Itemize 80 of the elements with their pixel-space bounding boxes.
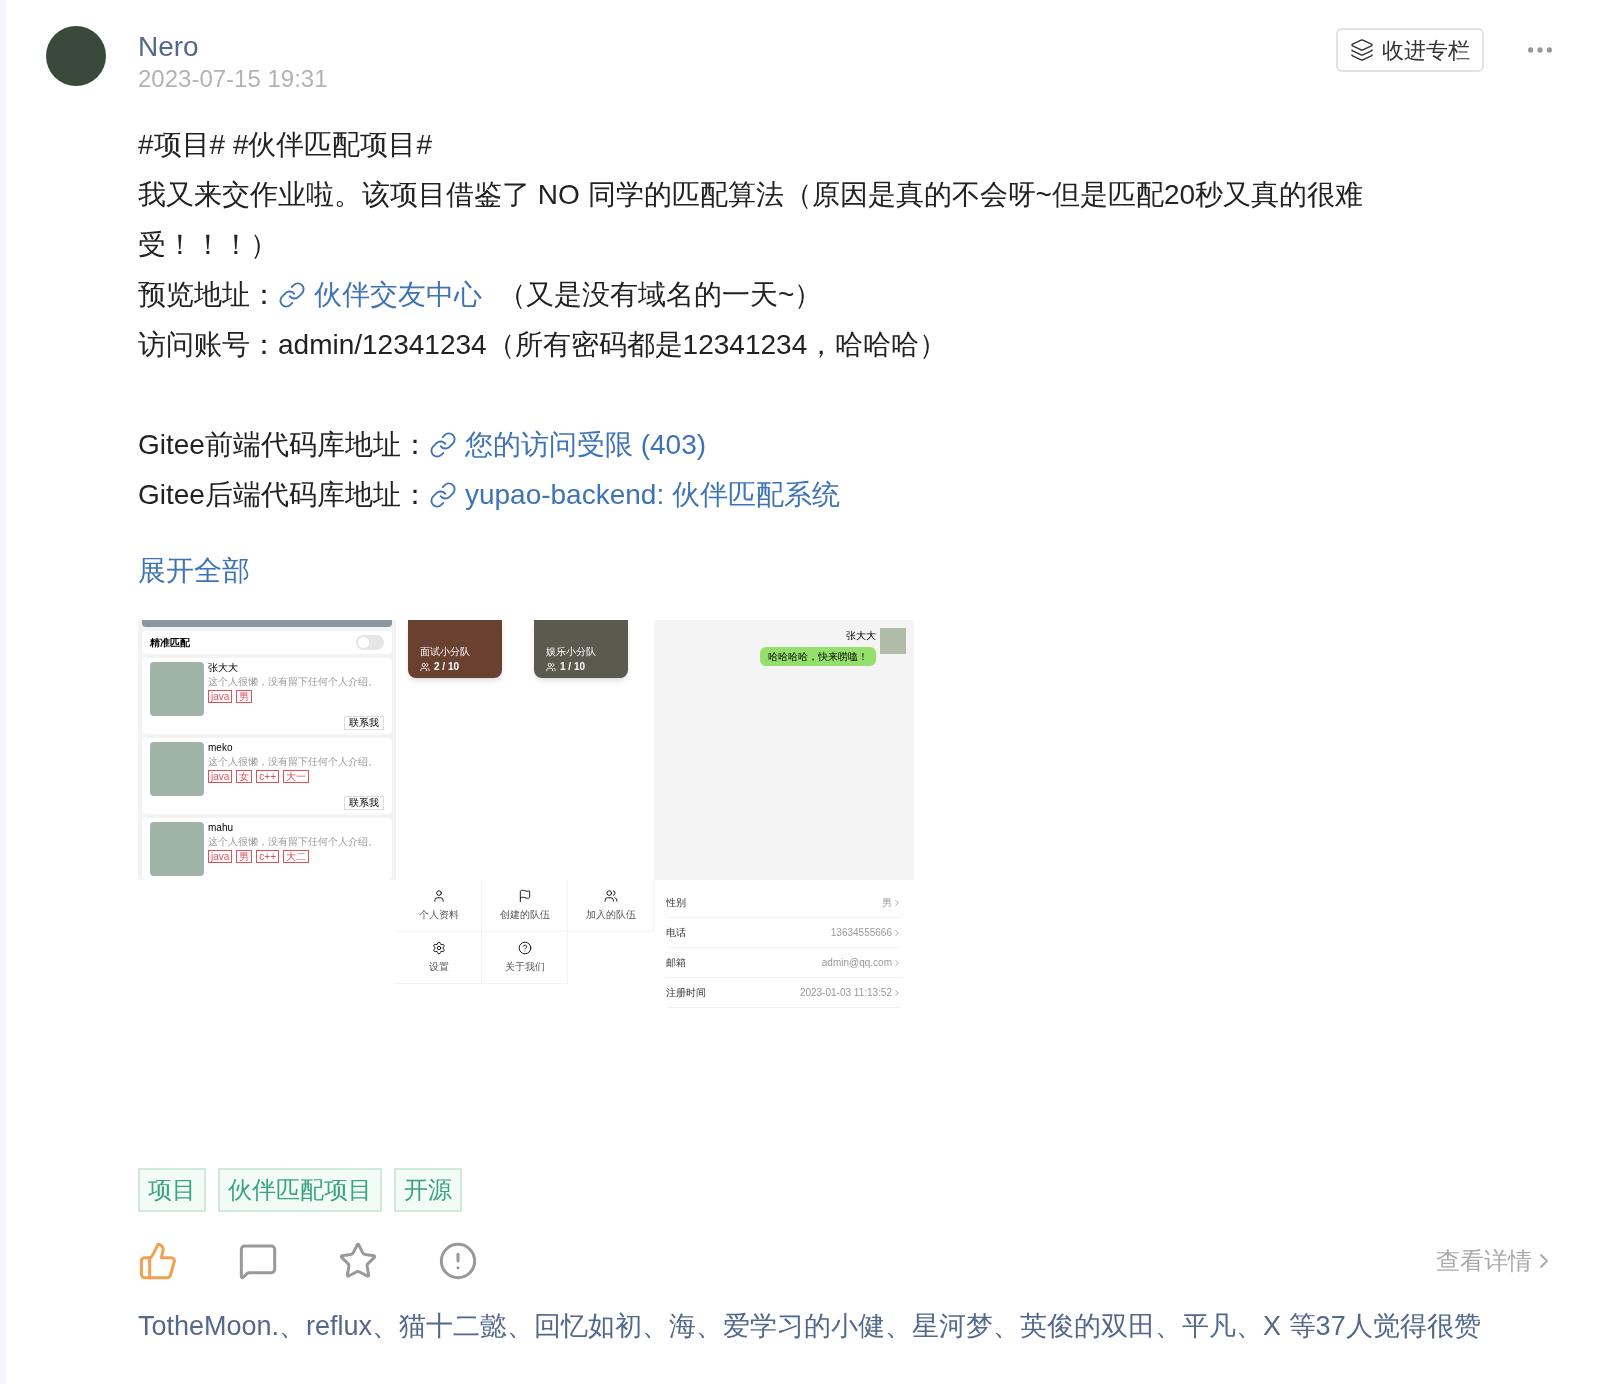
contact-button[interactable]: 联系我 [344,716,384,730]
tag: java [208,690,233,703]
photo-placeholder [150,662,204,716]
user-bio: 这个人很懒，没有留下任何个人介绍。 [208,676,378,688]
people-icon [546,661,556,672]
tag: 大二 [283,850,310,863]
team-count: 1 / 10 [560,660,586,674]
user-name: meko [208,742,234,754]
menu-item[interactable]: 设置 [396,932,482,984]
repo-label: Gitee前端代码库地址： [138,428,429,462]
field-label: 电话 [666,926,686,940]
menu-item[interactable]: 创建的队伍 [482,880,568,932]
create-icon [517,889,532,903]
preview-label: 预览地址： [138,278,278,312]
link[interactable]: yupao-backend: 伙伴匹配系统 [428,470,840,520]
menu-item[interactable]: 个人资料 [396,880,482,932]
chevron-icon [892,957,902,968]
link[interactable]: 您的访问受限 (403) [428,420,707,470]
contact-button[interactable]: 联系我 [344,796,384,810]
tag: c++ [256,850,280,863]
field-label: 注册时间 [666,986,706,1000]
field-value: 13634555666 [830,926,892,940]
chevron-icon [892,897,902,908]
post-paragraph: 我又来交作业啦。该项目借鉴了 NO 同学的匹配算法（原因是真的不会呀~但是匹配20秒又真的很难受！！！） [138,178,1365,262]
chevron-icon [892,927,902,938]
tag: 男 [236,690,253,703]
link-icon [428,481,457,509]
user-bio: 这个人很懒，没有留下任何个人介绍。 [208,836,378,848]
preview-note: （又是没有域名的一天~） [498,278,823,312]
profile-row[interactable]: 注册时间 2023-01-03 11:13:52 [666,978,902,1008]
collect-button[interactable]: 收进专栏 [1336,28,1484,72]
report-icon[interactable] [438,1241,478,1281]
field-value: admin@qq.com [821,956,892,970]
field-value: 2023-01-03 11:13:52 [799,986,892,1000]
post-time: 2023-07-15 19:31 [138,64,328,94]
sender-name: 张大大 [846,629,876,643]
switch-label: 精准匹配 [150,635,190,650]
user-name: mahu [208,822,234,834]
tag: 大一 [283,770,310,783]
profile-icon [431,889,446,903]
tag: 男 [236,850,253,863]
toggle-switch[interactable] [356,634,384,650]
team-name: 娱乐小分队 [546,645,597,659]
like-icon[interactable] [138,1241,178,1281]
joined-icon [603,889,618,903]
field-label: 性别 [666,896,686,910]
people-icon [420,661,430,672]
star-icon[interactable] [338,1241,378,1281]
photo-placeholder [150,742,204,796]
user-name: 张大大 [208,662,239,674]
chevron-icon [892,987,902,998]
link-icon [278,281,306,309]
team-count: 2 / 10 [434,660,460,674]
avatar[interactable] [46,26,106,86]
layers-icon [1350,38,1374,62]
expand-link[interactable]: 展开全部 [138,546,250,596]
tag: c++ [256,770,280,783]
link-icon [428,431,457,459]
tag: java [208,770,233,783]
profile-row[interactable]: 邮箱 admin@qq.com [666,948,902,978]
field-label: 邮箱 [666,956,686,970]
photo-placeholder [150,822,204,876]
photo-placeholder [880,628,906,654]
profile-row[interactable]: 电话 13634555666 [666,918,902,948]
team-name: 面试小分队 [420,645,471,659]
repo-label: Gitee后端代码库地址： [138,478,429,512]
chat-bubble: 哈哈哈哈，快来唠嗑！ [760,647,876,666]
hashtags: #项目# #伙伴匹配项目# [138,128,434,162]
profile-row[interactable]: 性别 男 [666,888,902,918]
tag: 女 [236,770,253,783]
user-bio: 这个人很懒，没有留下任何个人介绍。 [208,756,378,768]
about-icon [517,941,532,955]
menu-item[interactable]: 关于我们 [482,932,568,984]
settings-icon [431,941,446,955]
tag: java [208,850,233,863]
field-value: 男 [882,896,892,910]
author-name[interactable]: Nero [138,30,328,64]
account-text: 访问账号：admin/12341234（所有密码都是12341234，哈哈哈） [138,328,949,362]
link[interactable]: 伙伴交友中心 [278,270,482,320]
likes-text: TotheMoon.、reflux、猫十二懿、回忆如初、海、爱学习的小健、星河梦、英俊的双田、平凡、X 等37人觉得很赞 [138,1310,1482,1343]
